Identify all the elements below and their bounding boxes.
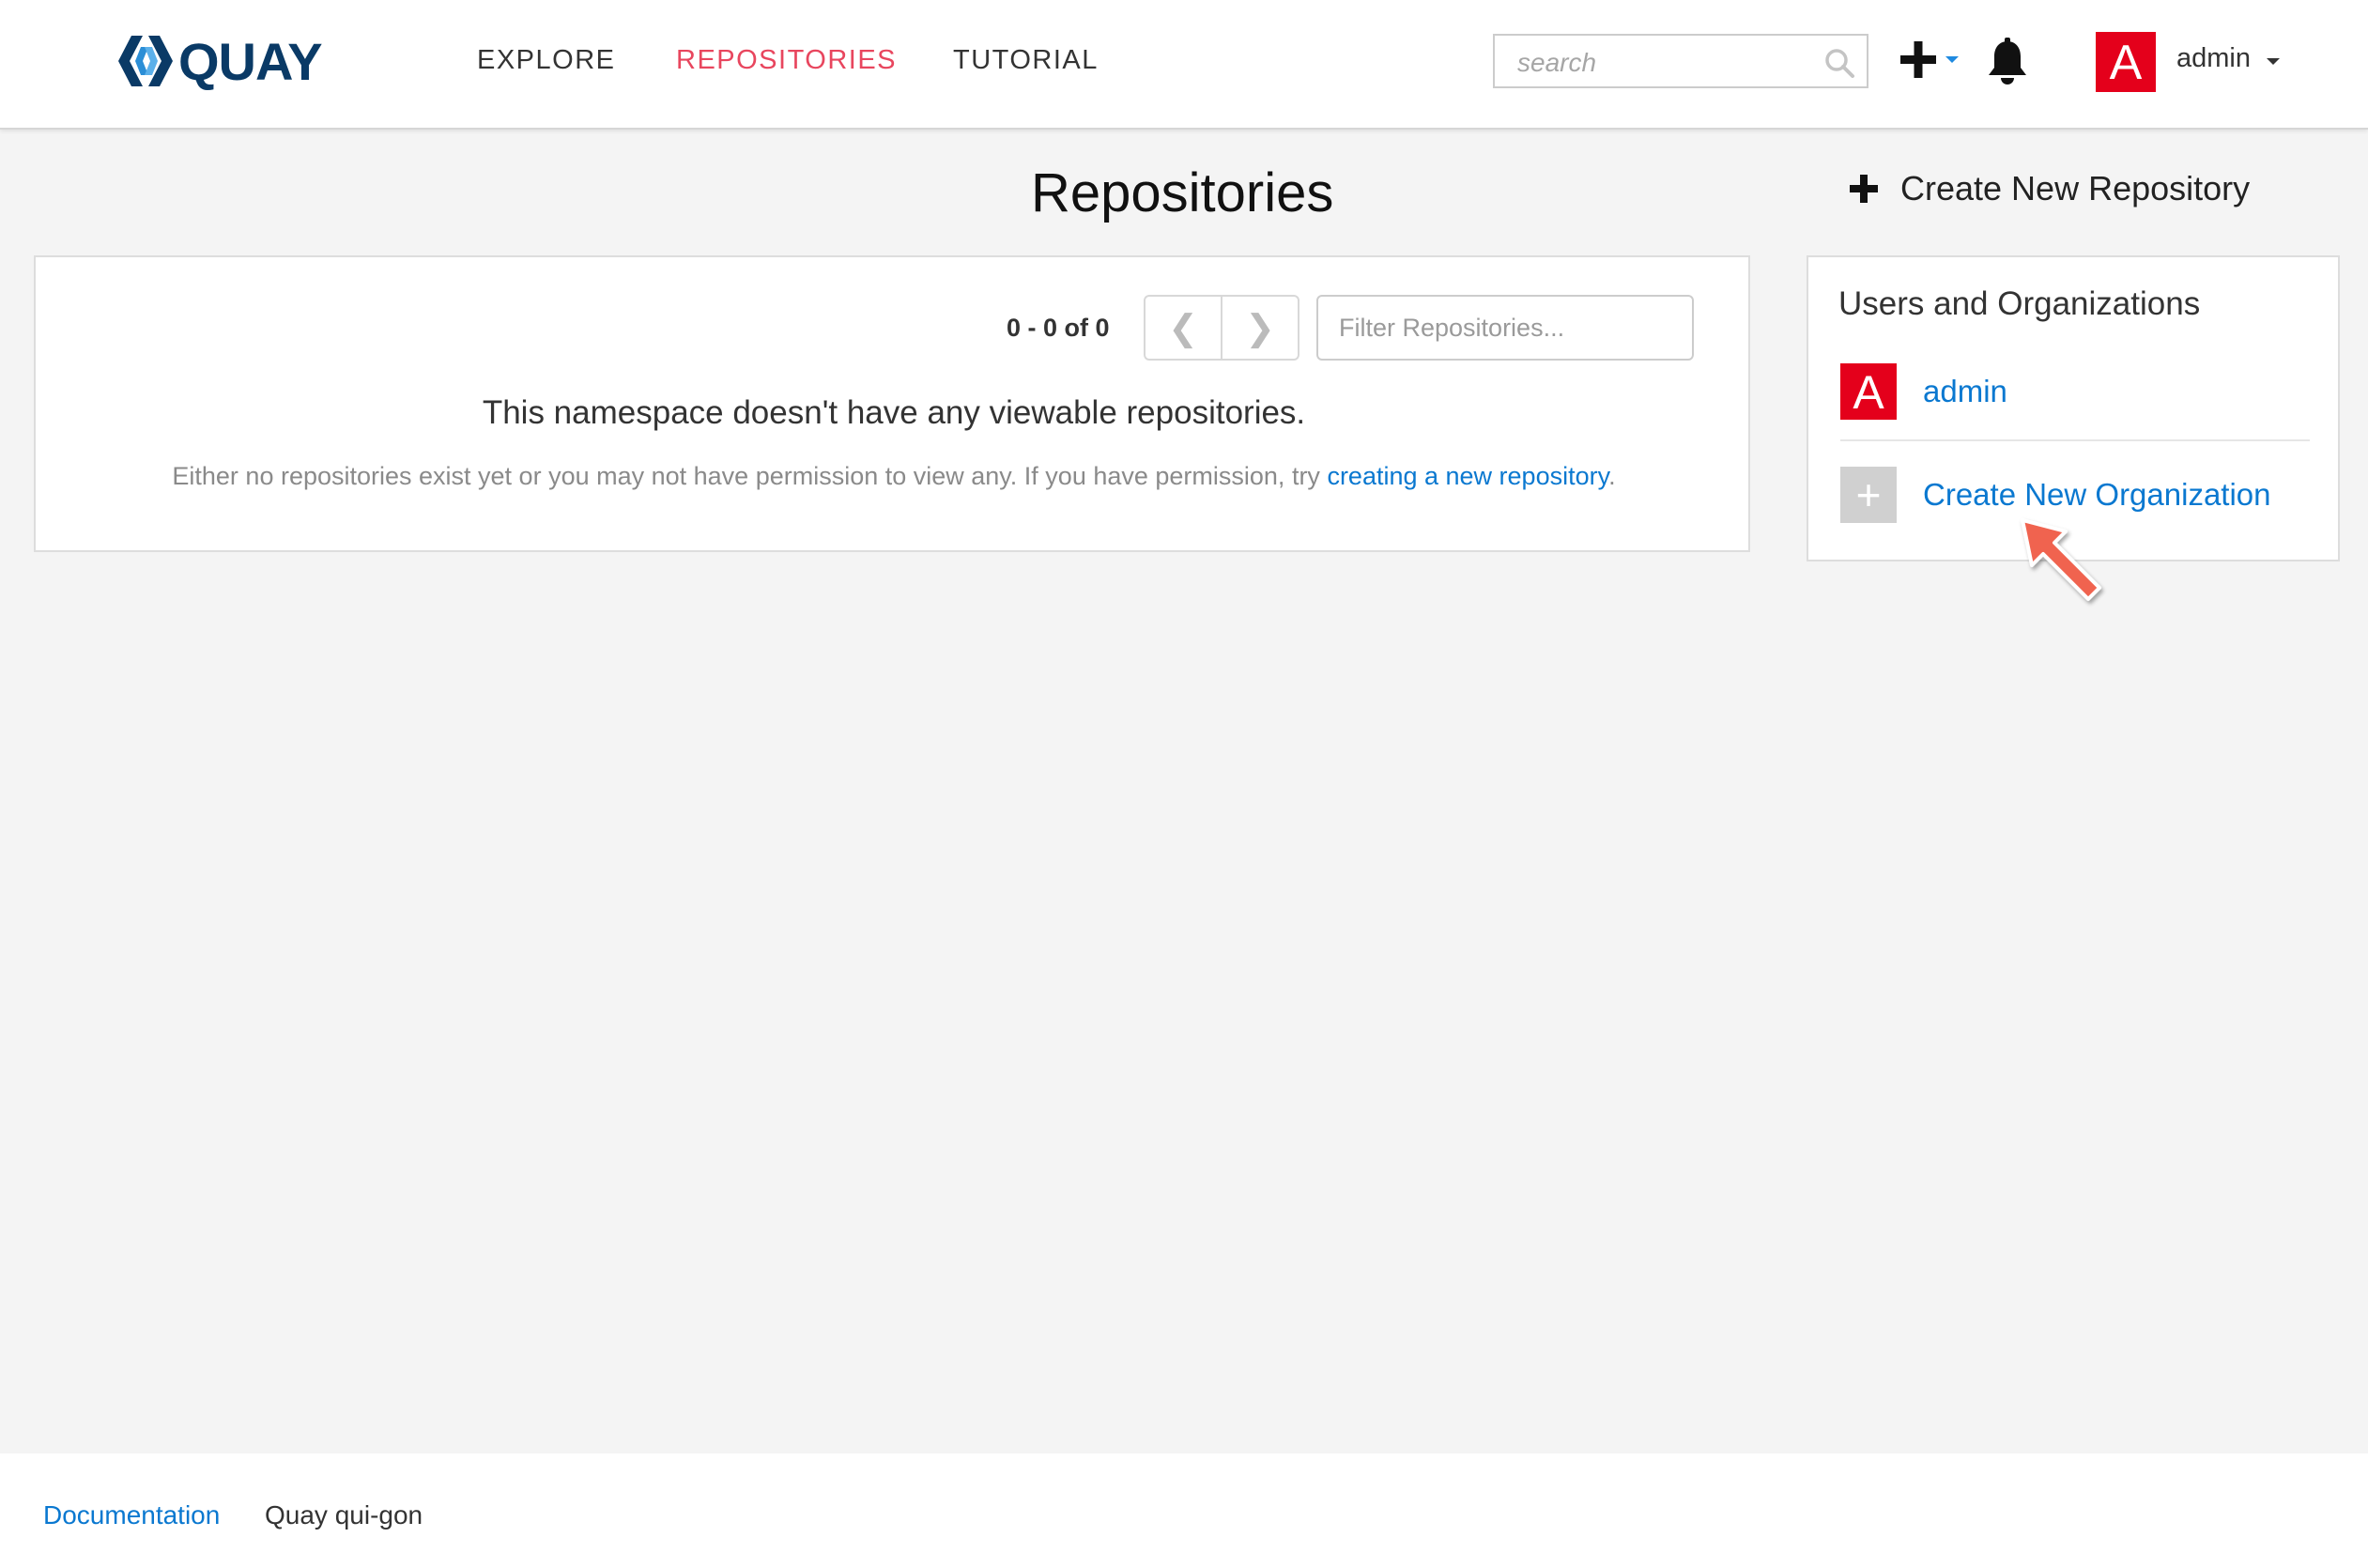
annotation-arrow-icon bbox=[2021, 518, 2101, 601]
sidebar-title: Users and Organizations bbox=[1838, 285, 2201, 322]
search-icon[interactable] bbox=[1823, 47, 1855, 79]
footer: Documentation Quay qui-gon bbox=[0, 1453, 2368, 1568]
pager-count: 0 - 0 of 0 bbox=[1007, 314, 1110, 342]
user-menu-caret-icon[interactable] bbox=[2267, 58, 2280, 65]
quay-logo-icon bbox=[118, 36, 173, 86]
user-menu-name[interactable]: admin bbox=[2176, 43, 2251, 74]
empty-state-suffix: . bbox=[1608, 462, 1616, 490]
pager-next-button[interactable]: ❯ bbox=[1221, 297, 1298, 359]
create-menu-plus-icon[interactable] bbox=[1897, 36, 1964, 85]
repository-list-panel: 0 - 0 of 0 ❮ ❯ This namespace doesn't ha… bbox=[34, 255, 1750, 552]
quay-logo[interactable]: QUAY bbox=[116, 28, 323, 94]
filter-repositories-input[interactable] bbox=[1316, 295, 1694, 361]
plus-icon bbox=[1850, 175, 1878, 203]
top-navbar: QUAY EXPLORE REPOSITORIES TUTORIAL A adm… bbox=[0, 0, 2368, 130]
empty-state-title: This namespace doesn't have any viewable… bbox=[482, 394, 1306, 431]
empty-state-text: Either no repositories exist yet or you … bbox=[172, 462, 1328, 490]
create-new-organization-link[interactable]: Create New Organization bbox=[1923, 477, 2271, 513]
create-new-repository-label: Create New Repository bbox=[1900, 169, 2251, 208]
page-title: Repositories bbox=[1031, 162, 1334, 223]
empty-state-description: Either no repositories exist yet or you … bbox=[36, 462, 1752, 491]
version-text: Quay qui-gon bbox=[265, 1500, 423, 1530]
user-avatar[interactable]: A bbox=[2096, 32, 2156, 92]
sidebar-item-admin[interactable]: A admin bbox=[1840, 362, 2007, 421]
nav-repositories[interactable]: REPOSITORIES bbox=[676, 45, 897, 76]
nav-tutorial[interactable]: TUTORIAL bbox=[953, 45, 1099, 76]
add-organization-icon: + bbox=[1840, 467, 1897, 523]
create-new-repository-button[interactable]: Create New Repository bbox=[1850, 169, 2250, 208]
logo-text: QUAY bbox=[178, 31, 323, 91]
search-input[interactable] bbox=[1515, 47, 1820, 79]
sidebar-divider bbox=[1840, 439, 2310, 441]
create-repository-link[interactable]: creating a new repository bbox=[1327, 462, 1608, 490]
search-box bbox=[1493, 34, 1868, 88]
pager-buttons: ❮ ❯ bbox=[1144, 295, 1299, 361]
notifications-bell-icon[interactable] bbox=[1985, 38, 2030, 86]
admin-avatar: A bbox=[1840, 363, 1897, 420]
pager-prev-button[interactable]: ❮ bbox=[1146, 297, 1221, 359]
sidebar-item-admin-link[interactable]: admin bbox=[1923, 374, 2007, 409]
documentation-link[interactable]: Documentation bbox=[43, 1500, 220, 1530]
nav-explore[interactable]: EXPLORE bbox=[477, 45, 616, 76]
